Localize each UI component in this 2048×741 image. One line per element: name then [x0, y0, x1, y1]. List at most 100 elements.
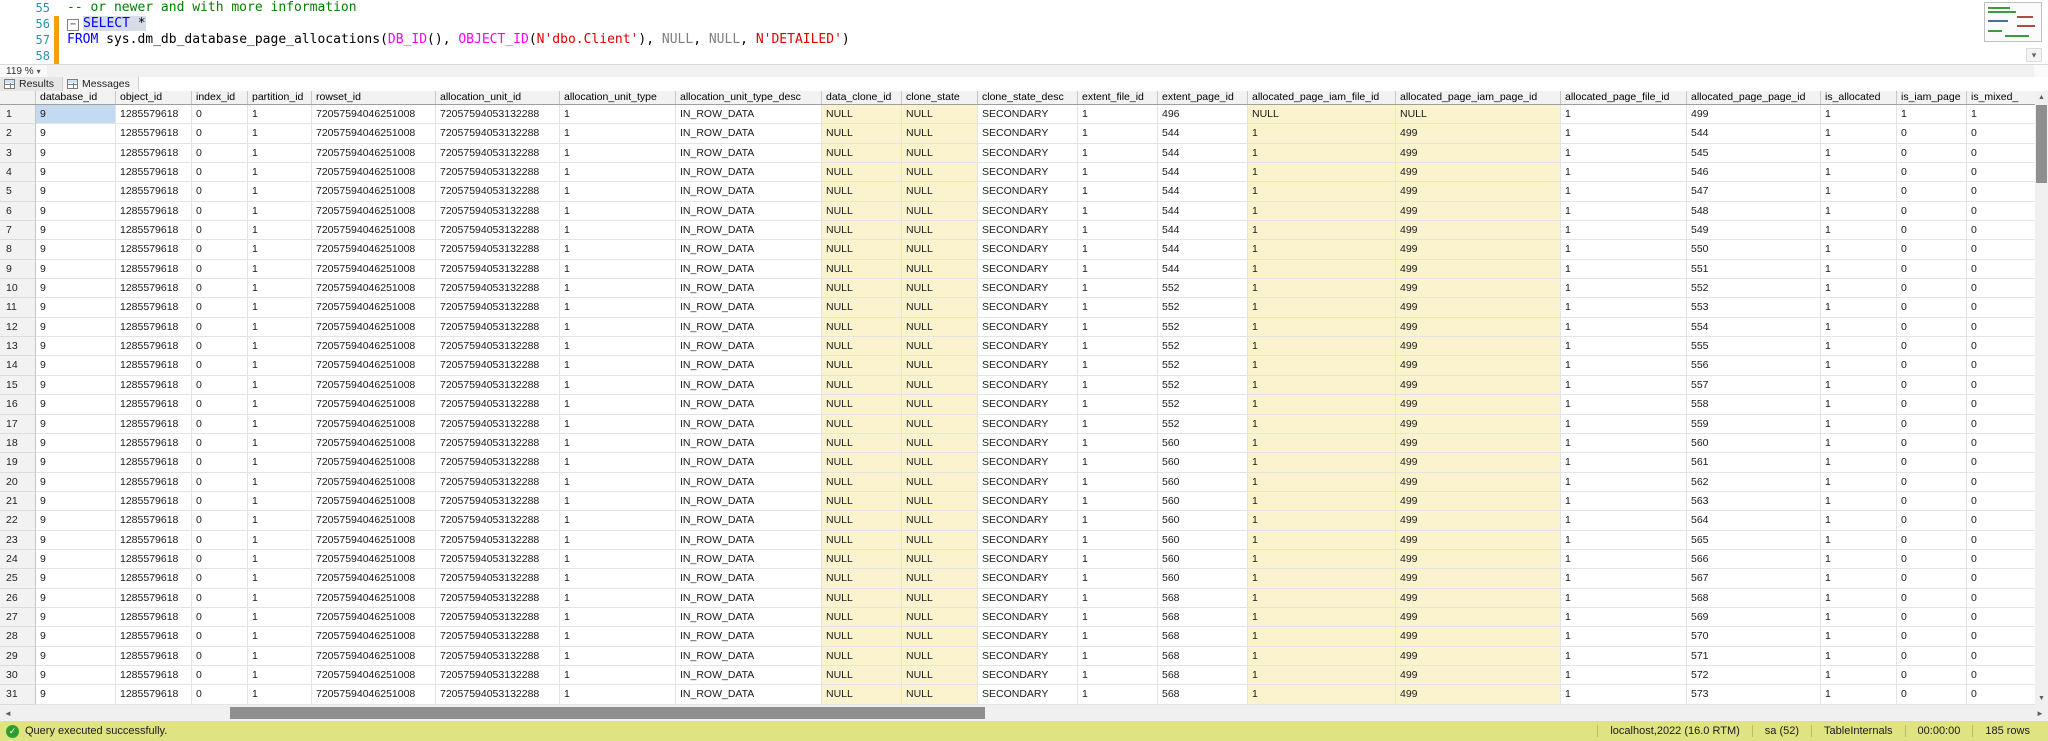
grid-cell[interactable]: 1 — [1821, 356, 1897, 375]
grid-cell[interactable]: 72057594046251008 — [312, 182, 436, 201]
grid-cell[interactable]: NULL — [822, 395, 902, 414]
grid-cell[interactable]: 9 — [36, 298, 116, 317]
grid-cell[interactable]: 72057594053132288 — [436, 531, 560, 550]
grid-cell[interactable]: IN_ROW_DATA — [676, 473, 822, 492]
grid-cell[interactable]: 1285579618 — [116, 356, 192, 375]
grid-cell[interactable]: 566 — [1687, 550, 1821, 569]
grid-cell[interactable]: 72057594053132288 — [436, 666, 560, 685]
column-header-database_id[interactable]: database_id — [36, 91, 116, 104]
grid-cell[interactable]: 552 — [1158, 318, 1248, 337]
row-number[interactable]: 15 — [0, 376, 36, 395]
grid-cell[interactable]: NULL — [822, 550, 902, 569]
grid-cell[interactable]: 567 — [1687, 569, 1821, 588]
grid-cell[interactable]: 569 — [1687, 608, 1821, 627]
grid-cell[interactable]: SECONDARY — [978, 395, 1078, 414]
grid-cell[interactable]: 72057594046251008 — [312, 550, 436, 569]
grid-cell[interactable]: 0 — [192, 569, 248, 588]
grid-cell[interactable]: 546 — [1687, 163, 1821, 182]
column-header-allocation_unit_type_desc[interactable]: allocation_unit_type_desc — [676, 91, 822, 104]
grid-cell[interactable]: 1 — [248, 260, 312, 279]
grid-cell[interactable]: 1 — [1248, 163, 1396, 182]
grid-cell[interactable]: 1 — [1078, 356, 1158, 375]
grid-cell[interactable]: 1285579618 — [116, 163, 192, 182]
grid-cell[interactable]: 1 — [1821, 240, 1897, 259]
grid-cell[interactable]: IN_ROW_DATA — [676, 453, 822, 472]
editor-scrollbar-map[interactable] — [1984, 2, 2042, 42]
row-number[interactable]: 31 — [0, 685, 36, 704]
grid-cell[interactable]: 0 — [192, 647, 248, 666]
grid-cell[interactable]: 1 — [1248, 627, 1396, 646]
grid-cell[interactable]: SECONDARY — [978, 260, 1078, 279]
grid-cell[interactable]: 1 — [560, 666, 676, 685]
grid-cell[interactable]: 1 — [560, 144, 676, 163]
column-header-partition_id[interactable]: partition_id — [248, 91, 312, 104]
grid-cell[interactable]: 1 — [1561, 492, 1687, 511]
grid-cell[interactable]: NULL — [902, 376, 978, 395]
grid-cell[interactable]: 568 — [1158, 627, 1248, 646]
grid-cell[interactable]: 1 — [1078, 647, 1158, 666]
grid-cell[interactable]: 1 — [1821, 260, 1897, 279]
grid-cell[interactable]: 0 — [192, 279, 248, 298]
grid-cell[interactable]: IN_ROW_DATA — [676, 202, 822, 221]
grid-cell[interactable]: 1 — [1248, 318, 1396, 337]
grid-cell[interactable]: 1285579618 — [116, 608, 192, 627]
grid-cell[interactable]: NULL — [902, 337, 978, 356]
grid-cell[interactable]: 9 — [36, 685, 116, 704]
grid-cell[interactable]: 9 — [36, 550, 116, 569]
grid-cell[interactable]: 9 — [36, 376, 116, 395]
grid-cell[interactable]: SECONDARY — [978, 666, 1078, 685]
grid-cell[interactable]: 0 — [192, 434, 248, 453]
column-header-extent_page_id[interactable]: extent_page_id — [1158, 91, 1248, 104]
grid-cell[interactable]: 1 — [1248, 279, 1396, 298]
grid-cell[interactable]: NULL — [822, 240, 902, 259]
grid-cell[interactable]: 0 — [1897, 550, 1967, 569]
scroll-left-button[interactable]: ◄ — [0, 705, 16, 721]
grid-cell[interactable]: SECONDARY — [978, 569, 1078, 588]
grid-cell[interactable]: 568 — [1687, 589, 1821, 608]
grid-cell[interactable]: 1 — [1821, 202, 1897, 221]
grid-cell[interactable]: 1 — [1561, 260, 1687, 279]
grid-cell[interactable]: 1 — [1078, 550, 1158, 569]
grid-cell[interactable]: 1 — [1078, 221, 1158, 240]
grid-cell[interactable]: 544 — [1158, 182, 1248, 201]
grid-cell[interactable]: 1 — [1248, 608, 1396, 627]
grid-cell[interactable]: 1 — [1078, 434, 1158, 453]
grid-cell[interactable]: 1285579618 — [116, 511, 192, 530]
scroll-right-button[interactable]: ► — [2032, 705, 2048, 721]
grid-cell[interactable]: 499 — [1396, 279, 1561, 298]
grid-cell[interactable]: 1 — [1078, 666, 1158, 685]
grid-cell[interactable]: SECONDARY — [978, 531, 1078, 550]
grid-cell[interactable]: 1 — [1078, 395, 1158, 414]
grid-cell[interactable]: SECONDARY — [978, 434, 1078, 453]
column-header-rowset_id[interactable]: rowset_id — [312, 91, 436, 104]
grid-cell[interactable]: 1 — [1561, 395, 1687, 414]
grid-cell[interactable]: 560 — [1687, 434, 1821, 453]
row-number[interactable]: 17 — [0, 415, 36, 434]
grid-cell[interactable]: 1 — [1078, 182, 1158, 201]
grid-cell[interactable]: 0 — [192, 627, 248, 646]
grid-cell[interactable]: 1 — [1561, 182, 1687, 201]
grid-cell[interactable]: 1 — [1561, 569, 1687, 588]
grid-cell[interactable]: 1 — [560, 298, 676, 317]
code-line[interactable]: 57FROM sys.dm_db_database_page_allocatio… — [0, 32, 2048, 48]
grid-cell[interactable]: 72057594053132288 — [436, 318, 560, 337]
grid-cell[interactable]: 1 — [248, 608, 312, 627]
grid-cell[interactable]: 1 — [1561, 356, 1687, 375]
grid-cell[interactable]: 1 — [560, 685, 676, 704]
grid-cell[interactable]: 72057594053132288 — [436, 608, 560, 627]
grid-cell[interactable]: 0 — [192, 685, 248, 704]
row-number[interactable]: 14 — [0, 356, 36, 375]
grid-cell[interactable]: 1 — [248, 298, 312, 317]
grid-cell[interactable]: 72057594053132288 — [436, 163, 560, 182]
grid-cell[interactable]: 1 — [560, 608, 676, 627]
row-number[interactable]: 29 — [0, 647, 36, 666]
grid-cell[interactable]: 1 — [1561, 589, 1687, 608]
grid-cell[interactable]: 1 — [1821, 473, 1897, 492]
grid-cell[interactable]: 1285579618 — [116, 666, 192, 685]
grid-cell[interactable]: 1285579618 — [116, 376, 192, 395]
column-header-allocation_unit_type[interactable]: allocation_unit_type — [560, 91, 676, 104]
grid-cell[interactable]: 499 — [1396, 453, 1561, 472]
grid-cell[interactable]: 72057594046251008 — [312, 163, 436, 182]
grid-cell[interactable]: 0 — [192, 376, 248, 395]
grid-cell[interactable]: 0 — [1897, 298, 1967, 317]
